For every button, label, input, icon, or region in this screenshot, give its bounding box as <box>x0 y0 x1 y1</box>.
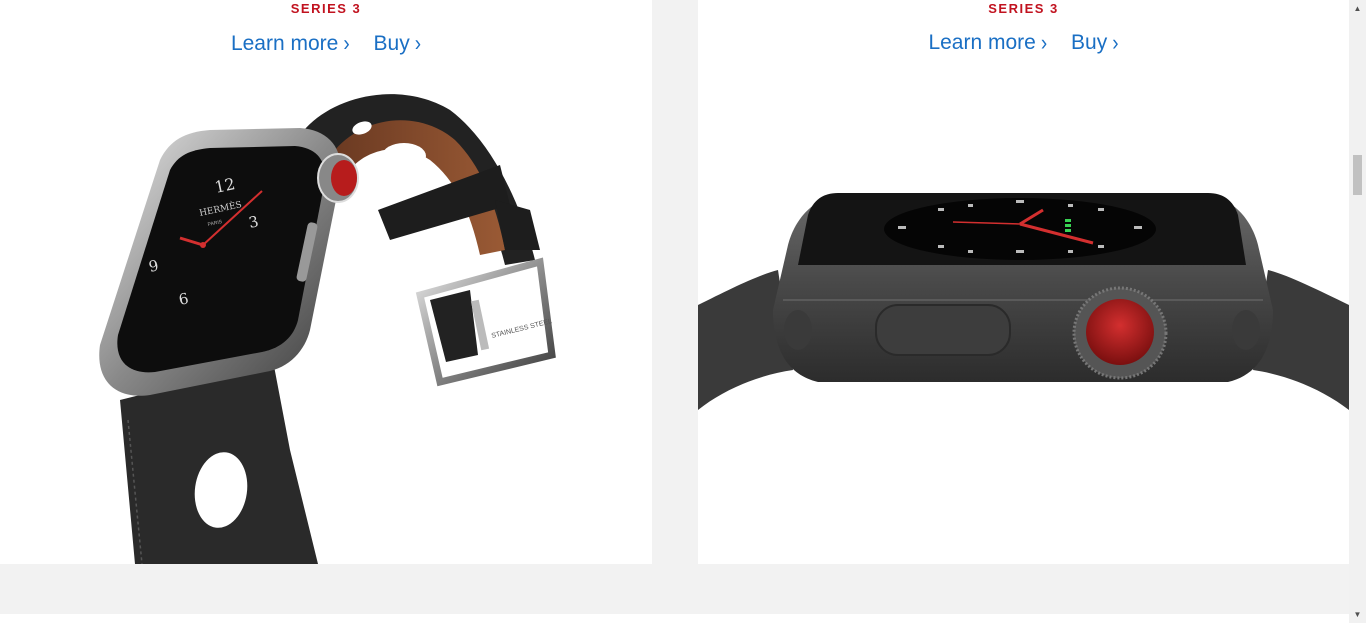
tile-links: Learn more › Buy › <box>0 32 652 57</box>
buy-label: Buy <box>373 32 410 55</box>
learn-more-link[interactable]: Learn more › <box>230 32 350 57</box>
tile-eyebrow: SERIES 3 <box>988 1 1059 16</box>
chevron-right-icon: › <box>414 32 422 57</box>
product-tile-series3: SERIES 3 Learn more › Buy › <box>698 0 1349 564</box>
buy-link[interactable]: Buy › <box>373 32 422 57</box>
buy-link[interactable]: Buy › <box>1071 31 1119 56</box>
learn-more-link[interactable]: Learn more › <box>928 31 1048 56</box>
series3-watch-side-image <box>698 193 1349 410</box>
buckle-engraving: STAINLESS STEEL <box>491 318 553 340</box>
product-tile-hermes: STAINLESS STEEL 12 HERMÈS PARIS 3 6 9 SE… <box>0 0 652 564</box>
chevron-right-icon: › <box>1112 31 1119 56</box>
scroll-up-arrow-icon[interactable]: ▲ <box>1349 0 1366 17</box>
tile-links: Learn more › Buy › <box>698 31 1349 56</box>
buy-label: Buy <box>1071 31 1108 54</box>
vertical-scrollbar[interactable]: ▲ ▼ <box>1349 0 1366 623</box>
learn-more-label: Learn more <box>230 32 339 55</box>
next-section-edge <box>0 614 1349 623</box>
scroll-down-arrow-icon[interactable]: ▼ <box>1349 606 1366 623</box>
learn-more-label: Learn more <box>928 31 1036 54</box>
chevron-right-icon: › <box>1040 31 1048 56</box>
hermes-watch-image: STAINLESS STEEL 12 HERMÈS PARIS 3 6 9 <box>99 94 556 564</box>
chevron-right-icon: › <box>343 32 350 57</box>
tile-eyebrow: SERIES 3 <box>290 1 362 16</box>
section-gap <box>0 564 1349 614</box>
scroll-thumb[interactable] <box>1353 155 1362 195</box>
